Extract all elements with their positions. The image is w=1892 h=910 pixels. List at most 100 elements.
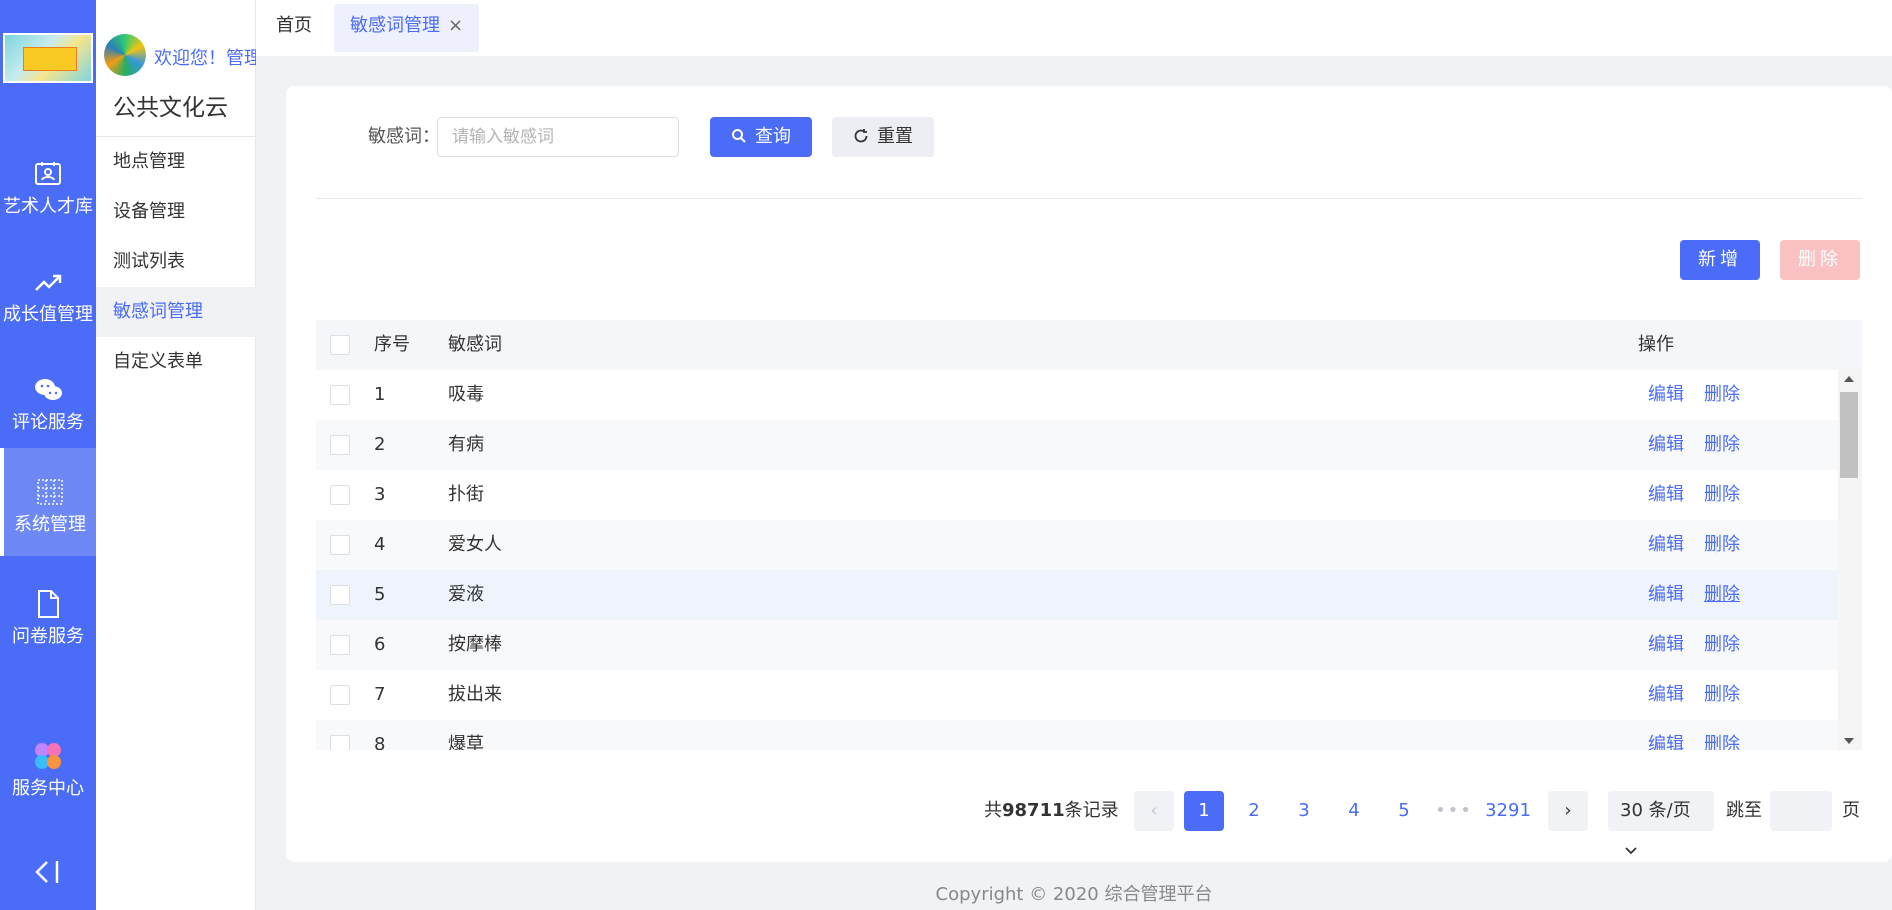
trend-up-icon [35,274,62,291]
nav-item-service-center[interactable]: 服务中心 [0,712,96,820]
delete-link[interactable]: 删除 [1704,570,1740,620]
page-2[interactable]: 2 [1234,791,1274,831]
app-logo [3,33,93,83]
nav-label: 系统管理 [14,514,86,535]
avatar[interactable] [104,34,146,76]
page-5[interactable]: 5 [1384,791,1424,831]
nav-item-talent[interactable]: 艺术人才库 [0,130,96,238]
divider [316,198,1862,199]
nav-label: 成长值管理 [3,304,93,325]
talent-icon [35,162,61,185]
table-row: 3 扑街 编辑 删除 [316,470,1838,520]
submenu-item-custom-form[interactable]: 自定义表单 [96,337,256,387]
nav-item-growth[interactable]: 成长值管理 [0,238,96,346]
next-page-button[interactable]: › [1548,791,1588,831]
search-icon [732,128,746,143]
nav-item-system[interactable]: 系统管理 [0,448,96,556]
edit-link[interactable]: 编辑 [1648,470,1684,520]
org-title: 公共文化云 [113,95,228,121]
row-checkbox[interactable] [330,735,350,750]
page-3[interactable]: 3 [1284,791,1324,831]
nav-label: 艺术人才库 [3,196,93,217]
row-index: 3 [374,484,386,505]
edit-link[interactable]: 编辑 [1648,720,1684,750]
page-4[interactable]: 4 [1334,791,1374,831]
submenu-item-devices[interactable]: 设备管理 [96,187,256,237]
tab-home[interactable]: 首页 [260,4,328,52]
close-icon[interactable]: × [448,15,463,36]
delete-link[interactable]: 删除 [1704,370,1740,420]
submenu-item-locations[interactable]: 地点管理 [96,137,256,187]
table-header: 序号 敏感词 操作 [316,320,1862,370]
page-1[interactable]: 1 [1184,791,1224,831]
table-body: 1 吸毒 编辑 删除 2 有病 编辑 删除 3 扑街 编辑 删除 4 爱女人 编… [316,370,1838,750]
submenu-item-sensitive-words[interactable]: 敏感词管理 [96,287,256,337]
user-info: 欢迎您！管理员 [104,34,256,78]
sensitive-word-input[interactable] [437,117,679,157]
table-row: 8 爆草 编辑 删除 [316,720,1838,750]
jump-page-input[interactable] [1770,791,1832,831]
delete-link[interactable]: 删除 [1704,720,1740,750]
nav-label: 服务中心 [12,778,84,799]
prev-page-button[interactable]: ‹ [1134,791,1174,831]
query-button[interactable]: 查询 [710,117,812,157]
row-word: 按摩棒 [448,634,502,655]
row-index: 1 [374,384,386,405]
select-all-checkbox[interactable] [330,335,350,355]
edit-link[interactable]: 编辑 [1648,420,1684,470]
add-button[interactable]: 新增 [1680,240,1760,280]
edit-link[interactable]: 编辑 [1648,570,1684,620]
sensitive-words-table: 序号 敏感词 操作 1 吸毒 编辑 删除 2 有病 编辑 删除 3 扑街 编辑 … [316,320,1862,750]
table-row: 6 按摩棒 编辑 删除 [316,620,1838,670]
total-records: 共98711条记录 [984,790,1119,832]
query-label: 查询 [755,126,791,147]
delete-link[interactable]: 删除 [1704,670,1740,720]
header-word: 敏感词 [448,334,502,355]
table-scrollbar[interactable] [1838,370,1862,750]
nav-label: 问卷服务 [12,626,84,647]
tab-label: 敏感词管理 [350,15,440,36]
delete-link[interactable]: 删除 [1704,620,1740,670]
filter-label: 敏感词： [368,126,440,147]
row-word: 爱液 [448,584,484,605]
row-checkbox[interactable] [330,685,350,705]
nav-item-survey[interactable]: 问卷服务 [0,560,96,668]
pagination: 共98711条记录 ‹ 1 2 3 4 5 ••• 3291 › 30 条/页 … [286,790,1892,855]
row-checkbox[interactable] [330,435,350,455]
submenu-item-test-list[interactable]: 测试列表 [96,237,256,287]
scroll-thumb[interactable] [1840,392,1858,478]
page-size-select[interactable]: 30 条/页 [1608,791,1714,855]
row-checkbox[interactable] [330,535,350,555]
batch-delete-button[interactable]: 删除 [1780,240,1860,280]
page-last[interactable]: 3291 [1482,791,1534,831]
footer-copyright: Copyright © 2020 综合管理平台 [935,884,1213,905]
row-checkbox[interactable] [330,635,350,655]
table-row: 2 有病 编辑 删除 [316,420,1838,470]
delete-link[interactable]: 删除 [1704,420,1740,470]
row-checkbox[interactable] [330,385,350,405]
total-suffix: 条记录 [1064,800,1119,821]
jump-suffix: 页 [1842,800,1860,821]
tab-sensitive-words[interactable]: 敏感词管理 × [334,4,480,52]
row-checkbox[interactable] [330,585,350,605]
scroll-down-icon[interactable] [1844,738,1854,744]
edit-link[interactable]: 编辑 [1648,370,1684,420]
nav-item-comments[interactable]: 评论服务 [0,346,96,454]
edit-link[interactable]: 编辑 [1648,670,1684,720]
collapse-icon[interactable] [28,858,68,888]
row-checkbox[interactable] [330,485,350,505]
grid-icon [37,479,63,505]
edit-link[interactable]: 编辑 [1648,620,1684,670]
total-prefix: 共 [984,800,1002,821]
delete-link[interactable]: 删除 [1704,520,1740,570]
delete-link[interactable]: 删除 [1704,470,1740,520]
table-row: 5 爱液 编辑 删除 [316,570,1838,620]
content-card: 敏感词： 查询 重置 新增 删除 序号 敏感词 操作 1 吸毒 编辑 删除 [286,86,1892,862]
page-ellipsis[interactable]: ••• [1434,791,1474,831]
scroll-up-icon[interactable] [1844,376,1854,382]
edit-link[interactable]: 编辑 [1648,520,1684,570]
welcome-text: 欢迎您！管理员 [154,48,256,69]
header-operation: 操作 [1638,334,1674,355]
reset-button[interactable]: 重置 [832,117,934,157]
total-count: 98711 [1002,800,1065,821]
